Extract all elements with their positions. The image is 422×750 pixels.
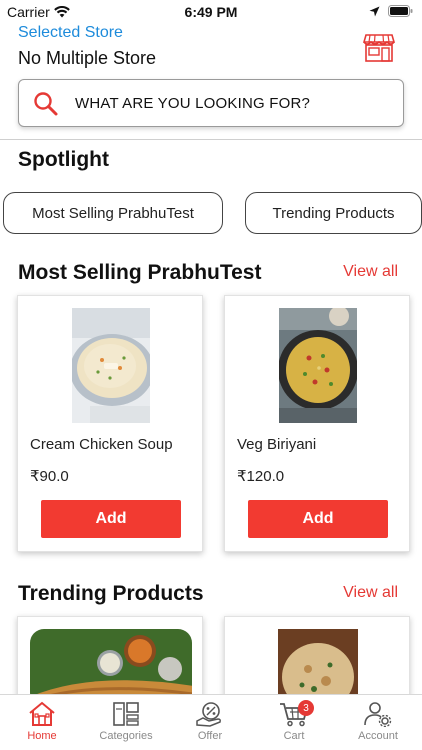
search-icon [34,92,58,116]
tab-categories[interactable]: Categories [84,695,168,750]
spotlight-title: Spotlight [18,148,109,171]
chip-trending-products[interactable]: Trending Products [245,192,422,234]
product-price: ₹90.0 [30,468,69,485]
tab-label: Account [358,730,398,742]
tab-label: Offer [197,730,223,742]
product-name: Cream Chicken Soup [30,436,173,453]
product-card[interactable]: Cream Chicken Soup ₹90.0 Add [17,295,203,552]
biriyani-image [279,308,357,423]
search-placeholder: WHAT ARE YOU LOOKING FOR? [75,95,311,112]
categories-icon [113,702,139,726]
store-icon[interactable] [363,31,395,63]
offer-icon [196,702,221,727]
tab-home[interactable]: Home [0,695,84,750]
product-card[interactable] [17,616,203,707]
store-name[interactable]: No Multiple Store [18,48,156,69]
battery-icon [388,5,413,17]
tab-account[interactable]: Account [336,695,420,750]
cart-badge: 3 [298,700,314,716]
product-card[interactable]: Veg Biriyani ₹120.0 Add [224,295,410,552]
tab-label: Home [27,730,57,742]
clock: 6:49 PM [184,4,238,20]
account-icon [364,702,392,727]
tab-label: Cart [283,730,305,742]
home-icon [29,701,55,726]
tab-label: Categories [99,730,153,742]
search-bar[interactable]: WHAT ARE YOU LOOKING FOR? [18,79,404,127]
soup-image [72,308,150,423]
status-bar: Carrier 6:49 PM [0,0,422,26]
product-name: Veg Biriyani [237,436,317,453]
tab-bar: Home Categories Offer 3 Cart Account [0,694,422,750]
section-title-trending: Trending Products [18,582,204,605]
section-title-most-selling: Most Selling PrabhuTest [18,261,262,284]
view-all-link[interactable]: View all [343,263,398,281]
selected-store-label[interactable]: Selected Store [18,24,123,42]
view-all-link[interactable]: View all [343,584,398,602]
tab-cart[interactable]: 3 Cart [252,695,336,750]
chip-most-selling[interactable]: Most Selling PrabhuTest [3,192,223,234]
product-price: ₹120.0 [237,468,285,485]
add-button[interactable]: Add [248,500,388,538]
product-card[interactable] [224,616,410,707]
status-indicators [369,5,413,17]
location-arrow-icon [369,6,380,16]
tab-offer[interactable]: Offer [168,695,252,750]
add-button[interactable]: Add [41,500,181,538]
header-divider [0,139,422,140]
